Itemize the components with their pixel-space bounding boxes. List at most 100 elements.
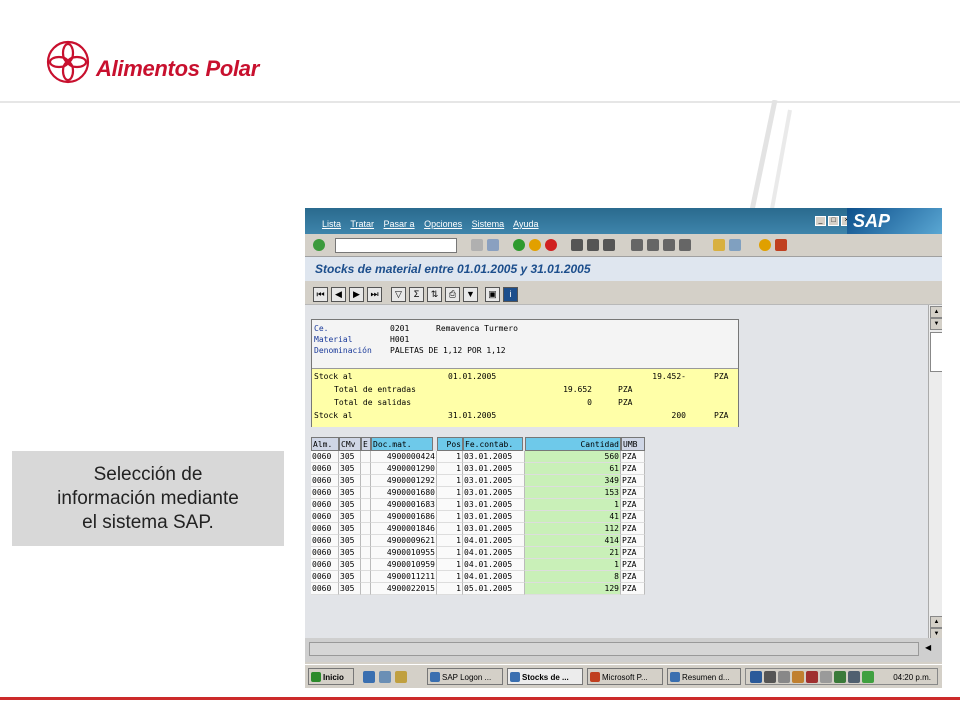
menu-sistema[interactable]: Sistema: [472, 219, 505, 229]
cell-alm: 0060: [311, 535, 339, 547]
menu-ayuda[interactable]: Ayuda: [513, 219, 538, 229]
table-row[interactable]: 0060 305 4900022015 1 05.01.2005 129 PZA: [311, 583, 645, 595]
set-filter-icon[interactable]: ▼: [463, 287, 478, 302]
tray-app-icon[interactable]: [792, 671, 804, 683]
previous-page-icon[interactable]: ◀: [331, 287, 346, 302]
col-header-cmv[interactable]: CMv: [339, 437, 361, 451]
cell-e: [361, 463, 371, 475]
table-row[interactable]: 0060 305 4900001680 1 03.01.2005 153 PZA: [311, 487, 645, 499]
menu-lista[interactable]: Lista: [322, 219, 341, 229]
tray-app-icon[interactable]: [862, 671, 874, 683]
total-entradas-label: Total de entradas: [334, 385, 416, 394]
maximize-icon[interactable]: □: [828, 216, 839, 226]
next-page-icon[interactable]: [663, 239, 675, 251]
table-row[interactable]: 0060 305 4900001290 1 03.01.2005 61 PZA: [311, 463, 645, 475]
cell-alm: 0060: [311, 523, 339, 535]
cell-umb: PZA: [621, 511, 645, 523]
first-page-icon[interactable]: ⏮: [313, 287, 328, 302]
col-header-pos[interactable]: Pos: [437, 437, 463, 451]
col-header-cantidad[interactable]: Cantidad: [525, 437, 621, 451]
command-field[interactable]: [335, 238, 457, 253]
col-header-umb[interactable]: UMB: [621, 437, 645, 451]
sort-icon[interactable]: ⇅: [427, 287, 442, 302]
next-page-icon[interactable]: ▶: [349, 287, 364, 302]
cell-fe-contab: 05.01.2005: [463, 583, 525, 595]
menu-opciones[interactable]: Opciones: [424, 219, 462, 229]
tray-app-icon[interactable]: [806, 671, 818, 683]
task-label: Stocks de ...: [522, 673, 569, 682]
first-page-icon[interactable]: [631, 239, 643, 251]
cell-alm: 0060: [311, 451, 339, 463]
task-label: Microsoft P...: [602, 673, 648, 682]
status-scroll-left-icon[interactable]: ◀: [925, 643, 931, 652]
start-button[interactable]: Inicio: [308, 668, 354, 685]
find-icon[interactable]: [587, 239, 599, 251]
shortcut-icon[interactable]: [729, 239, 741, 251]
denominacion-label: Denominación: [314, 346, 372, 355]
task-microsoft-powerpoint[interactable]: Microsoft P...: [587, 668, 663, 685]
table-row[interactable]: 0060 305 4900009621 1 04.01.2005 414 PZA: [311, 535, 645, 547]
layout-menu-icon[interactable]: [775, 239, 787, 251]
task-resumen[interactable]: Resumen d...: [667, 668, 741, 685]
info-icon[interactable]: i: [503, 287, 518, 302]
last-page-icon[interactable]: [679, 239, 691, 251]
table-row[interactable]: 0060 305 4900010955 1 04.01.2005 21 PZA: [311, 547, 645, 559]
status-bar: ◀: [305, 638, 942, 662]
export-icon[interactable]: ▣: [485, 287, 500, 302]
sum-icon[interactable]: Σ: [409, 287, 424, 302]
cell-doc-mat: 4900001686: [371, 511, 437, 523]
back-triangle-icon[interactable]: [471, 239, 483, 251]
scroll-up-icon[interactable]: ▲: [930, 306, 942, 318]
menu-pasar-a[interactable]: Pasar a: [384, 219, 415, 229]
table-row[interactable]: 0060 305 4900001686 1 03.01.2005 41 PZA: [311, 511, 645, 523]
table-row[interactable]: 0060 305 4900001846 1 03.01.2005 112 PZA: [311, 523, 645, 535]
back-icon[interactable]: [513, 239, 525, 251]
scroll-down-icon[interactable]: ▼: [930, 318, 942, 330]
tray-volume-icon[interactable]: [764, 671, 776, 683]
col-header-e[interactable]: E: [361, 437, 371, 451]
col-header-alm[interactable]: Alm.: [311, 437, 339, 451]
exit-icon[interactable]: [529, 239, 541, 251]
col-header-doc-mat[interactable]: Doc.mat.: [371, 437, 433, 451]
table-row[interactable]: 0060 305 4900001683 1 03.01.2005 1 PZA: [311, 499, 645, 511]
tray-app-icon[interactable]: [848, 671, 860, 683]
create-session-icon[interactable]: [713, 239, 725, 251]
desktop-icon[interactable]: [395, 671, 407, 683]
minimize-icon[interactable]: _: [815, 216, 826, 226]
table-row[interactable]: 0060 305 4900000424 1 03.01.2005 560 PZA: [311, 451, 645, 463]
tray-app-icon[interactable]: [820, 671, 832, 683]
cancel-icon[interactable]: [545, 239, 557, 251]
previous-page-icon[interactable]: [647, 239, 659, 251]
tray-app-icon[interactable]: [778, 671, 790, 683]
print-icon[interactable]: ⎙: [445, 287, 460, 302]
help-icon[interactable]: [759, 239, 771, 251]
table-row[interactable]: 0060 305 4900011211 1 04.01.2005 8 PZA: [311, 571, 645, 583]
filter-icon[interactable]: ▽: [391, 287, 406, 302]
cell-cantidad: 129: [525, 583, 621, 595]
task-stocks[interactable]: Stocks de ...: [507, 668, 583, 685]
scroll-up-icon[interactable]: ▲: [930, 616, 942, 628]
ie-icon[interactable]: [363, 671, 375, 683]
last-page-icon[interactable]: ⏭: [367, 287, 382, 302]
cell-umb: PZA: [621, 463, 645, 475]
cell-alm: 0060: [311, 571, 339, 583]
find-next-icon[interactable]: [603, 239, 615, 251]
cell-pos: 1: [437, 547, 463, 559]
cell-cantidad: 112: [525, 523, 621, 535]
menu-tratar[interactable]: Tratar: [350, 219, 374, 229]
tray-app-icon[interactable]: [834, 671, 846, 683]
footer-divider: [0, 697, 960, 700]
scroll-thumb[interactable]: [930, 332, 942, 372]
enter-check-icon[interactable]: [313, 239, 325, 251]
tray-network-icon[interactable]: [750, 671, 762, 683]
table-row[interactable]: 0060 305 4900010959 1 04.01.2005 1 PZA: [311, 559, 645, 571]
cell-cmv: 305: [339, 511, 361, 523]
task-sap-logon[interactable]: SAP Logon ...: [427, 668, 503, 685]
outlook-icon[interactable]: [379, 671, 391, 683]
col-header-fe-contab[interactable]: Fe.contab.: [463, 437, 523, 451]
save-icon[interactable]: [487, 239, 499, 251]
vertical-scrollbar[interactable]: ▲ ▼ ▲ ▼: [928, 305, 942, 641]
table-row[interactable]: 0060 305 4900001292 1 03.01.2005 349 PZA: [311, 475, 645, 487]
print-icon[interactable]: [571, 239, 583, 251]
cell-umb: PZA: [621, 559, 645, 571]
